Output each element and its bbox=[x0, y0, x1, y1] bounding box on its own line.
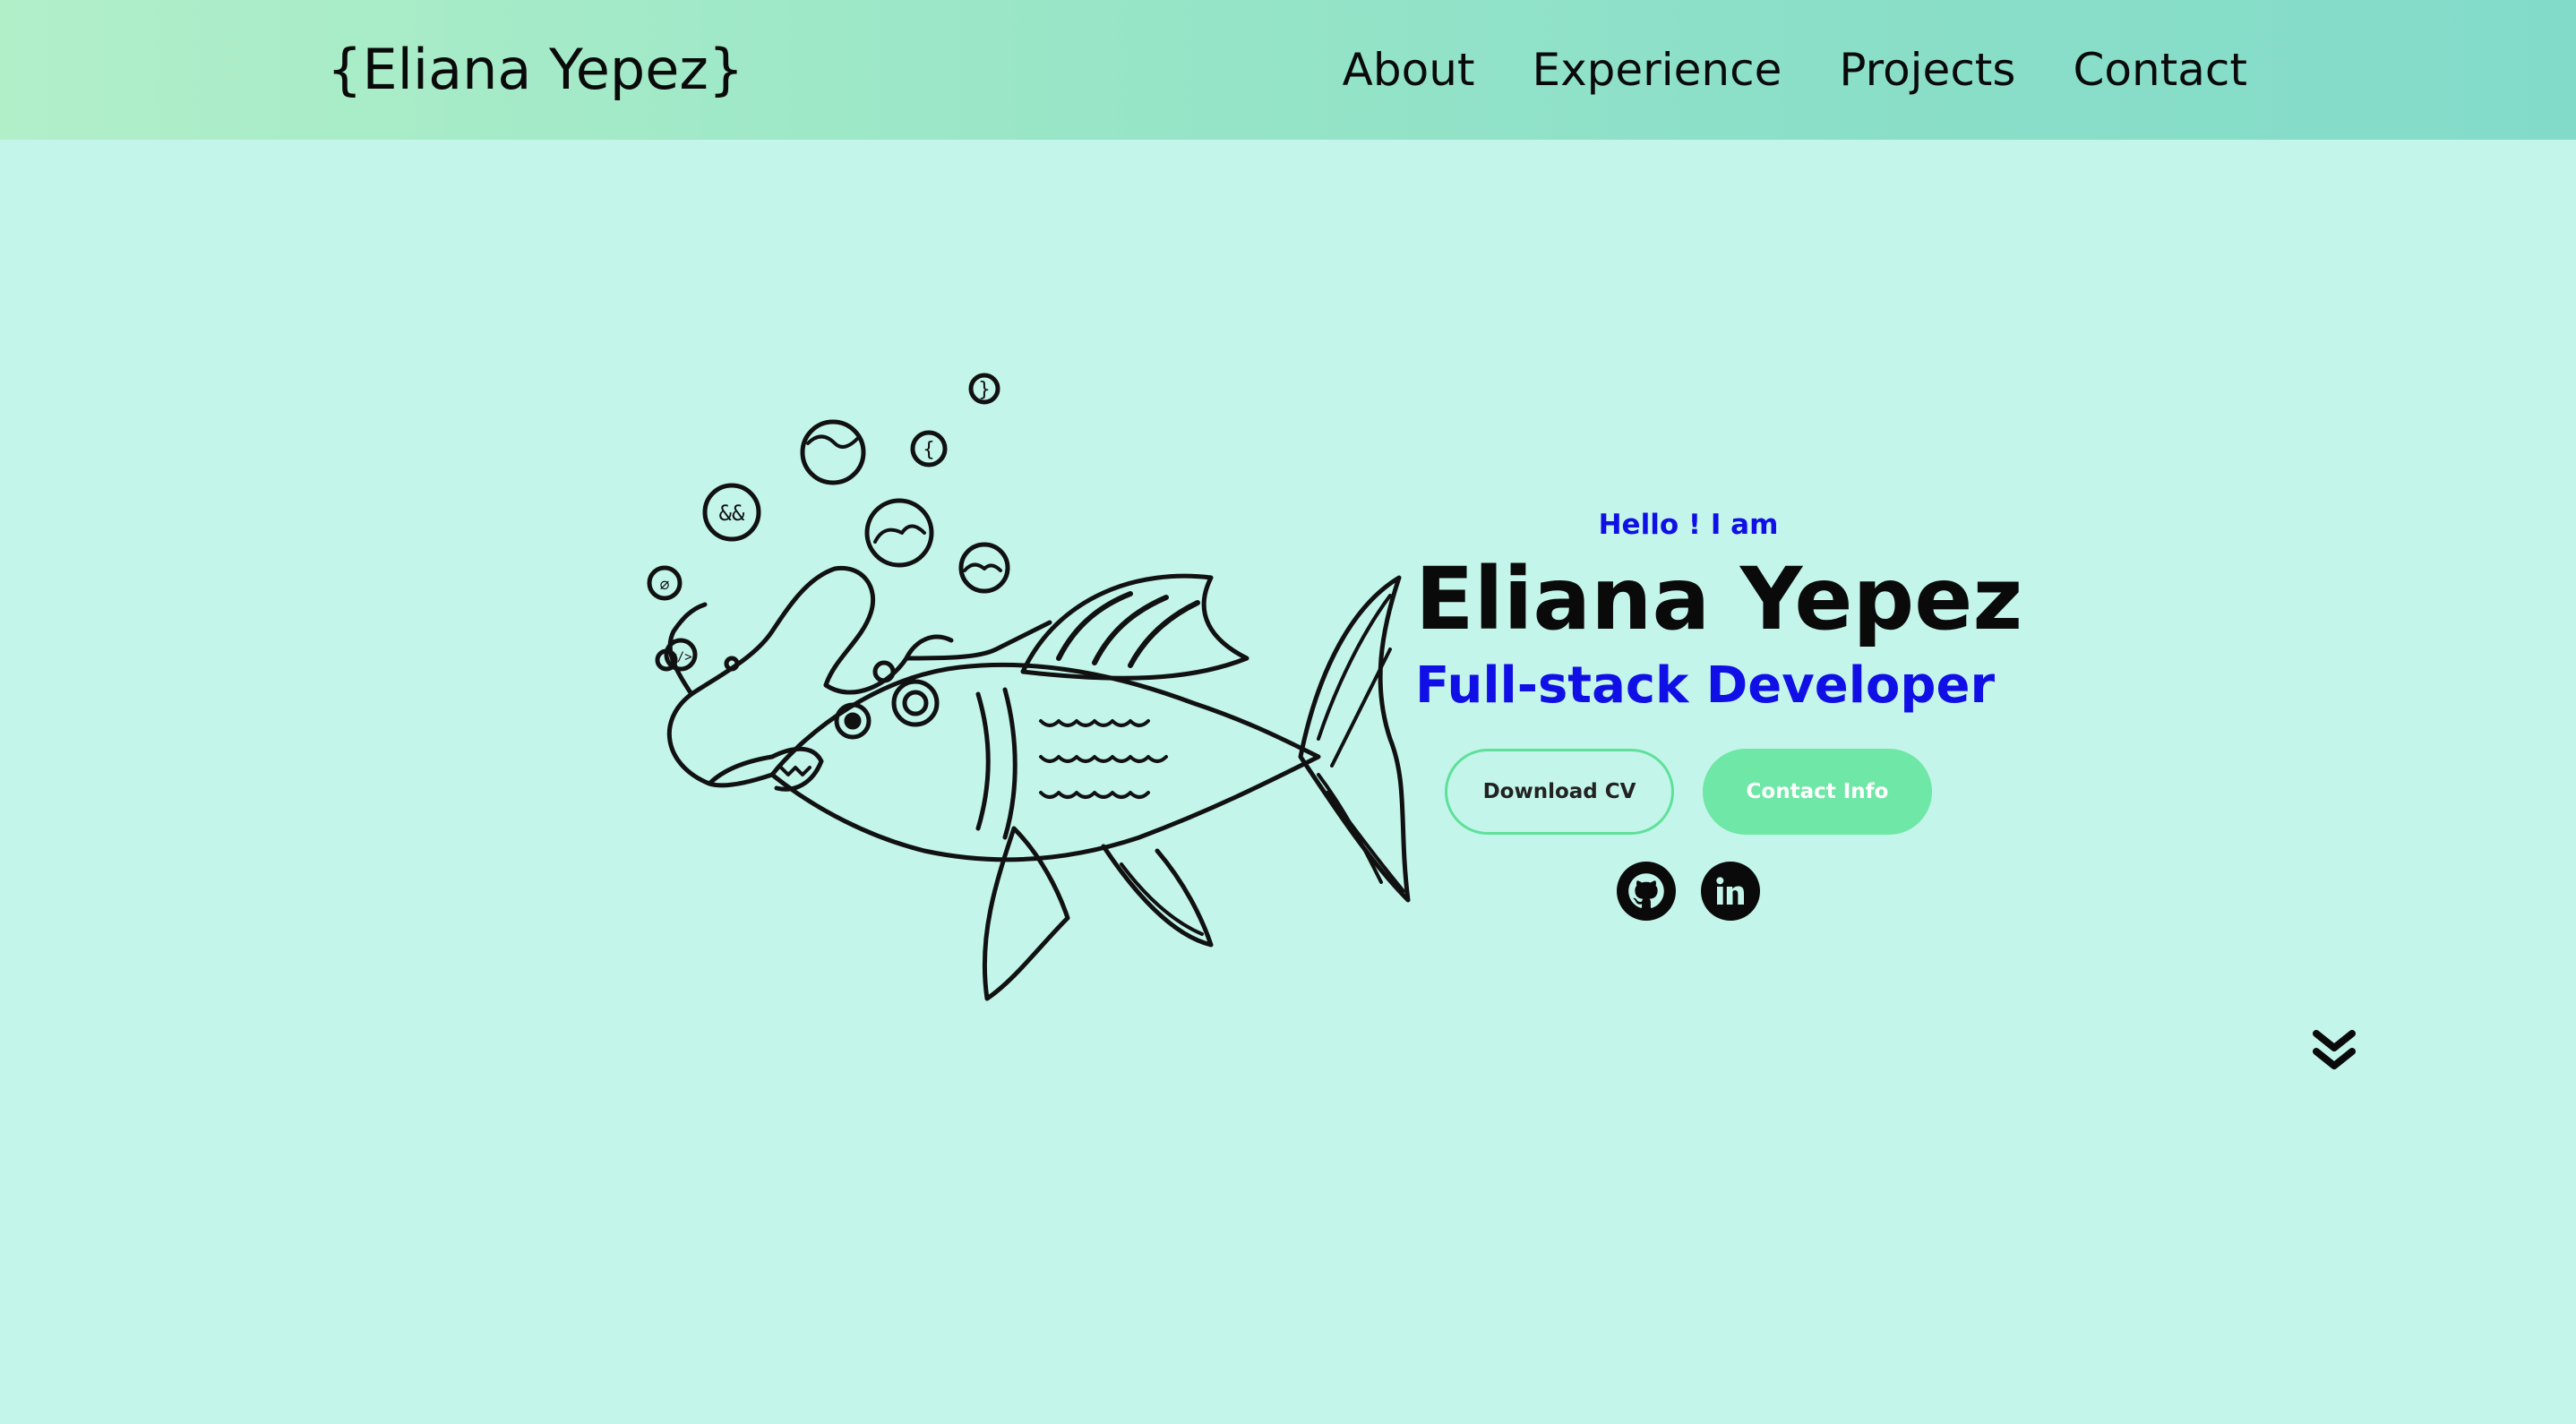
bubble-glyph-close-brace: } bbox=[978, 379, 990, 401]
nav-projects[interactable]: Projects bbox=[1839, 38, 2015, 102]
hero-name: Eliana Yepez bbox=[1415, 549, 2023, 649]
site-header: {Eliana Yepez} About Experience Projects… bbox=[0, 0, 2576, 140]
bubble-glyph-and: && bbox=[719, 501, 745, 526]
hero-buttons: Download CV Contact Info bbox=[1415, 749, 1962, 835]
bubble-glyph-code: </> bbox=[669, 650, 691, 665]
linkedin-icon[interactable] bbox=[1701, 862, 1760, 921]
nav-about[interactable]: About bbox=[1343, 38, 1475, 102]
hero-role: Full-stack Developer bbox=[1415, 656, 1996, 715]
linkedin-icon-glyph bbox=[1716, 877, 1744, 905]
bubble-glyph-empty-set: ∅ bbox=[660, 576, 670, 595]
fish-illustration: } { && </> ∅ bbox=[647, 373, 1411, 1001]
bubble-glyph-open-brace: { bbox=[923, 439, 934, 461]
main-nav: About Experience Projects Contact bbox=[1343, 38, 2247, 102]
social-links bbox=[1415, 862, 1962, 921]
contact-info-button[interactable]: Contact Info bbox=[1703, 749, 1932, 835]
site-logo[interactable]: {Eliana Yepez} bbox=[327, 34, 743, 106]
download-cv-button[interactable]: Download CV bbox=[1445, 749, 1674, 835]
nav-experience[interactable]: Experience bbox=[1533, 38, 1782, 102]
hero-section: Hello ! I am Eliana Yepez Full-stack Dev… bbox=[1415, 502, 2023, 921]
github-icon-glyph bbox=[1628, 873, 1664, 908]
github-icon[interactable] bbox=[1617, 862, 1676, 921]
hero-greeting: Hello ! I am bbox=[1598, 509, 1779, 541]
chevron-double-down-icon[interactable] bbox=[2311, 1028, 2357, 1075]
nav-contact[interactable]: Contact bbox=[2073, 38, 2247, 102]
